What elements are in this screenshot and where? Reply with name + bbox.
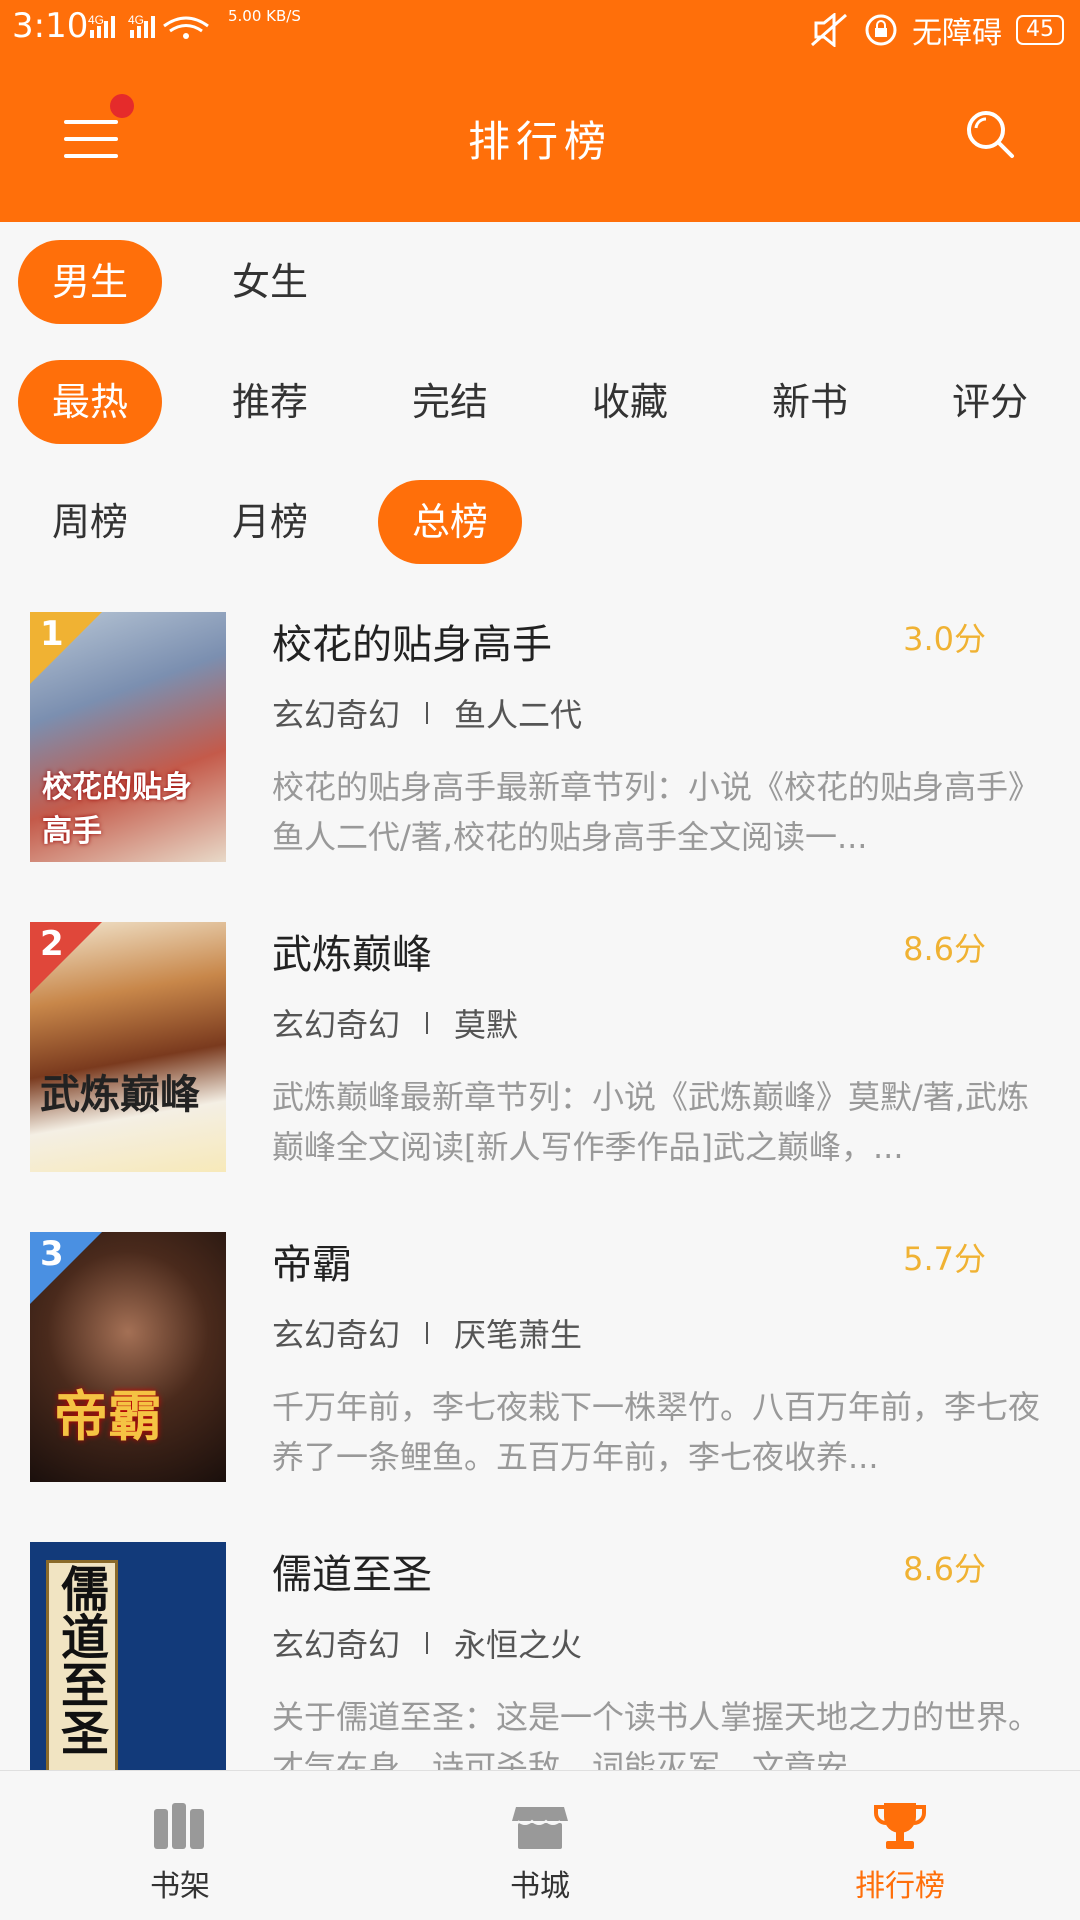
book-description: 校花的贴身高手最新章节列：小说《校花的贴身高手》鱼人二代/著,校花的贴身高手全文…: [272, 768, 1041, 856]
status-time: 3:10: [12, 6, 89, 46]
lock-rotation-icon: [865, 14, 897, 46]
accessibility-label: 无障碍: [912, 16, 1002, 51]
meta-divider: [426, 702, 429, 724]
book-description: 关于儒道至圣：这是一个读书人掌握天地之力的世界。才气在身，诗可杀敌，词能灭军，文…: [272, 1698, 1041, 1770]
status-bar: 3:10 4G 4G 5.00 KB/S 无障碍 45: [0, 0, 1080, 56]
bookstore-icon: [512, 1807, 568, 1849]
book-author: 永恒之火: [454, 1626, 583, 1664]
category-filter: 最热 推荐 完结 收藏 新书 评分: [18, 360, 1078, 444]
book-cover: 1 校花的贴身高手: [30, 612, 226, 862]
book-meta: 玄幻奇幻 永恒之火: [272, 1620, 582, 1666]
rank-number: 3: [40, 1234, 64, 1274]
battery-indicator: 45: [1016, 15, 1064, 45]
bottom-nav: 书架 书城 排行榜: [0, 1770, 1080, 1920]
book-genre: 玄幻奇幻: [272, 696, 401, 734]
book-score: 5.7分: [903, 1240, 986, 1278]
filter-hot[interactable]: 最热: [18, 360, 162, 444]
rank-number: 2: [40, 924, 64, 964]
book-title: 帝霸: [272, 1242, 352, 1288]
filter-male[interactable]: 男生: [18, 240, 162, 324]
book-score: 8.6分: [903, 930, 986, 968]
network-speed: 5.00 KB/S: [228, 7, 301, 25]
book-score: 3.0分: [903, 620, 986, 658]
cover-title: 校花的贴身高手: [42, 770, 192, 849]
book-item[interactable]: 3 帝霸 帝霸 5.7分 玄幻奇幻 厌笔萧生 千万年前，李七夜栽下一株翠竹。八百…: [0, 1210, 1080, 1520]
cover-title: 帝霸: [54, 1385, 162, 1448]
filter-new[interactable]: 新书: [738, 360, 882, 444]
period-filter: 周榜 月榜 总榜: [18, 480, 1078, 564]
ranking-list: 1 校花的贴身高手 校花的贴身高手 3.0分 玄幻奇幻 鱼人二代 校花的贴身高手…: [0, 590, 1080, 1770]
book-meta: 玄幻奇幻 鱼人二代: [272, 690, 582, 736]
book-meta: 玄幻奇幻 莫默: [272, 1000, 518, 1046]
book-cover: 2 武炼巅峰: [30, 922, 226, 1172]
book-item[interactable]: 儒道至圣 儒道至圣 8.6分 玄幻奇幻 永恒之火 关于儒道至圣：这是一个读书人掌…: [0, 1520, 1080, 1770]
filter-collected[interactable]: 收藏: [558, 360, 702, 444]
book-cover: 3 帝霸: [30, 1232, 226, 1482]
tab-bookshelf[interactable]: 书架: [80, 1771, 280, 1920]
bookshelf-icon: [154, 1803, 204, 1849]
gender-filter: 男生 女生: [18, 240, 1078, 324]
tab-label: 排行榜: [855, 1869, 945, 1904]
tab-label: 书城: [510, 1869, 570, 1904]
filter-rating[interactable]: 评分: [918, 360, 1062, 444]
meta-divider: [426, 1322, 429, 1344]
filter-female[interactable]: 女生: [198, 240, 342, 324]
book-author: 莫默: [454, 1006, 519, 1044]
book-item[interactable]: 1 校花的贴身高手 校花的贴身高手 3.0分 玄幻奇幻 鱼人二代 校花的贴身高手…: [0, 590, 1080, 900]
filter-recommend[interactable]: 推荐: [198, 360, 342, 444]
book-meta: 玄幻奇幻 厌笔萧生: [272, 1310, 582, 1356]
book-genre: 玄幻奇幻: [272, 1006, 401, 1044]
book-title: 校花的贴身高手: [272, 622, 552, 668]
rank-number: 1: [40, 614, 64, 654]
signal-icon: 4G 4G: [88, 13, 209, 39]
book-description: 武炼巅峰最新章节列：小说《武炼巅峰》莫默/著,武炼巅峰全文阅读[新人写作季作品]…: [272, 1078, 1029, 1166]
svg-text:4G: 4G: [88, 13, 104, 27]
search-icon[interactable]: [964, 108, 1016, 160]
meta-divider: [426, 1632, 429, 1654]
book-score: 8.6分: [903, 1550, 986, 1588]
mute-icon: [811, 13, 847, 47]
filter-monthly[interactable]: 月榜: [198, 480, 342, 564]
filter-finished[interactable]: 完结: [378, 360, 522, 444]
book-author: 厌笔萧生: [454, 1316, 583, 1354]
cover-title: 儒道至圣: [52, 1564, 108, 1756]
book-genre: 玄幻奇幻: [272, 1626, 401, 1664]
cover-title: 武炼巅峰: [40, 1072, 200, 1118]
book-title: 武炼巅峰: [272, 932, 432, 978]
page-title: 排行榜: [467, 117, 612, 166]
meta-divider: [426, 1012, 429, 1034]
book-genre: 玄幻奇幻: [272, 1316, 401, 1354]
book-author: 鱼人二代: [454, 696, 583, 734]
book-description: 千万年前，李七夜栽下一株翠竹。八百万年前，李七夜养了一条鲤鱼。五百万年前，李七夜…: [272, 1388, 1041, 1476]
tab-bookstore[interactable]: 书城: [440, 1771, 640, 1920]
top-bar: 3:10 4G 4G 5.00 KB/S 无障碍 45 排行榜: [0, 0, 1080, 222]
filter-total[interactable]: 总榜: [378, 480, 522, 564]
book-item[interactable]: 2 武炼巅峰 武炼巅峰 8.6分 玄幻奇幻 莫默 武炼巅峰最新章节列：小说《武炼…: [0, 900, 1080, 1210]
trophy-icon: [874, 1803, 926, 1849]
status-right: 无障碍 45: [810, 8, 1064, 52]
book-title: 儒道至圣: [272, 1552, 432, 1598]
tab-label: 书架: [150, 1869, 210, 1904]
filter-weekly[interactable]: 周榜: [18, 480, 162, 564]
tab-ranking[interactable]: 排行榜: [800, 1771, 1000, 1920]
book-cover: 儒道至圣: [30, 1542, 226, 1770]
app-header: 排行榜: [0, 56, 1080, 222]
svg-text:4G: 4G: [128, 13, 144, 27]
